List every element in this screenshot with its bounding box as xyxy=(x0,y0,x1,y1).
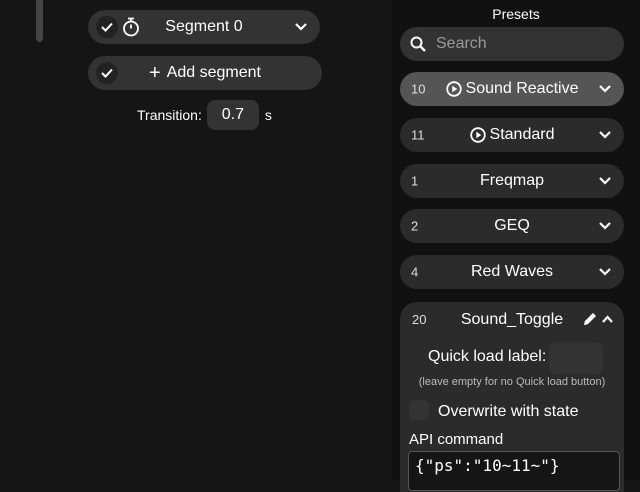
chevron-up-icon[interactable] xyxy=(601,314,614,324)
preset-name: Standard xyxy=(489,126,555,143)
preset-item[interactable]: 2 GEQ xyxy=(400,209,624,243)
overwrite-checkbox[interactable] xyxy=(409,400,429,420)
quick-load-label: Quick load label: xyxy=(428,348,547,365)
transition-input[interactable]: 0.7 xyxy=(206,100,259,130)
preset-name: Red Waves xyxy=(470,263,554,280)
api-command-label: API command xyxy=(409,431,504,448)
transition-row: Transition: 0.7 s xyxy=(137,100,272,130)
preset-name: Freqmap xyxy=(479,172,545,189)
add-segment-label: Add segment xyxy=(166,64,261,81)
chevron-down-icon[interactable] xyxy=(294,22,308,32)
preset-expanded: 20 Sound_Toggle Quick load label: (leave… xyxy=(400,302,624,492)
add-segment-button[interactable]: + Add segment xyxy=(88,56,322,90)
presets-panel: Presets Search 10 Sound Reactive 11 Stan… xyxy=(392,0,640,492)
transition-label: Transition: xyxy=(137,107,202,123)
left-scrollbar[interactable] xyxy=(36,0,43,42)
presets-title: Presets xyxy=(492,6,540,22)
overwrite-label: Overwrite with state xyxy=(438,403,579,420)
segment-header[interactable]: Segment 0 xyxy=(88,10,320,44)
search-icon xyxy=(410,36,426,52)
preset-search[interactable]: Search xyxy=(400,27,624,61)
pencil-icon[interactable] xyxy=(582,311,598,327)
preset-item[interactable]: 4 Red Waves xyxy=(400,255,624,289)
preset-name: GEQ xyxy=(494,217,530,234)
quick-load-hint: (leave empty for no Quick load button) xyxy=(418,376,606,388)
chevron-down-icon[interactable] xyxy=(598,130,612,140)
search-input[interactable]: Search xyxy=(436,35,487,53)
plus-icon: + xyxy=(149,62,161,84)
playlist-icon xyxy=(445,81,462,97)
chevron-down-icon[interactable] xyxy=(598,84,612,94)
preset-item[interactable]: 10 Sound Reactive xyxy=(400,72,624,106)
transition-unit: s xyxy=(264,107,272,123)
preset-item[interactable]: 11 Standard xyxy=(400,118,624,152)
preset-name: Sound Reactive xyxy=(465,80,579,97)
segment-name: Segment 0 xyxy=(165,18,243,35)
quick-load-input[interactable] xyxy=(549,342,603,374)
api-command-input[interactable]: {"ps":"10~11~"} xyxy=(408,451,620,491)
preset-item[interactable]: 1 Freqmap xyxy=(400,164,624,198)
playlist-icon xyxy=(469,127,486,143)
chevron-down-icon[interactable] xyxy=(598,176,612,186)
chevron-down-icon[interactable] xyxy=(598,267,612,277)
chevron-down-icon[interactable] xyxy=(598,221,612,231)
